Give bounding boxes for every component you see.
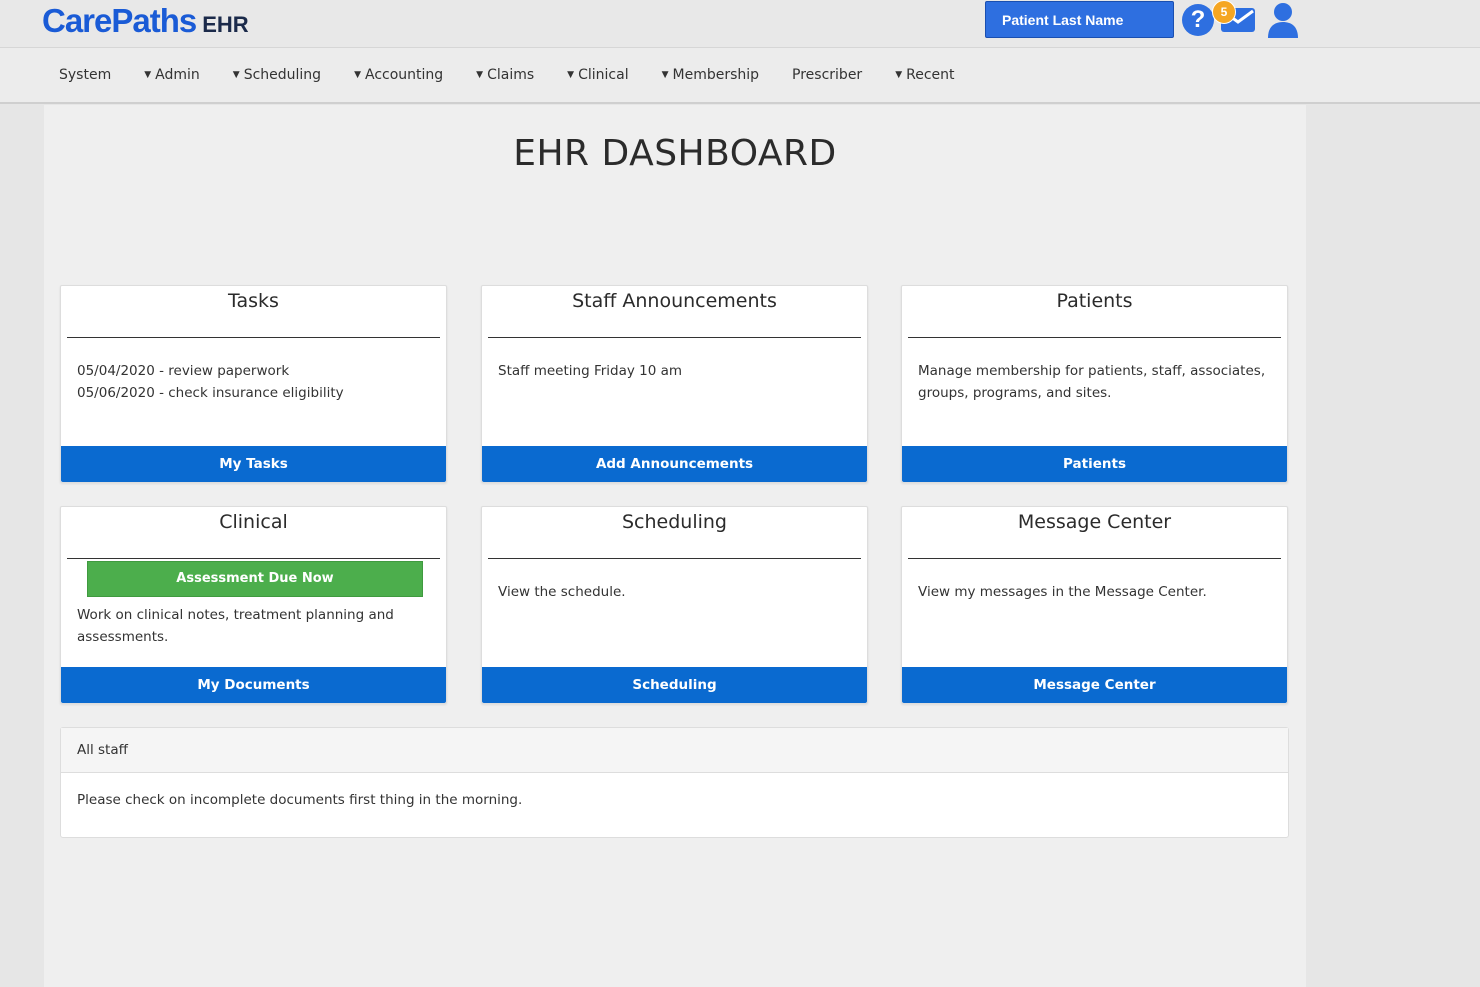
card-divider <box>908 337 1281 338</box>
panel-heading: All staff <box>61 728 1288 773</box>
card-title: Tasks <box>228 290 279 312</box>
caret-down-icon: ▼ <box>476 70 484 80</box>
nav-item-admin[interactable]: ▼ Admin <box>144 67 200 83</box>
card-title: Clinical <box>219 511 288 533</box>
logo-sub-text: EHR <box>202 12 249 37</box>
mail-badge: 5 <box>1212 0 1236 24</box>
card-body: View the schedule. <box>498 584 626 600</box>
nav-item-clinical[interactable]: ▼ Clinical <box>567 67 628 83</box>
task-item: 05/06/2020 - check insurance eligibility <box>77 385 344 401</box>
card-body: Work on clinical notes, treatment planni… <box>77 607 394 645</box>
card-body: View my messages in the Message Center. <box>918 584 1207 600</box>
nav-label: Membership <box>672 67 760 83</box>
message-center-button[interactable]: Message Center <box>902 667 1287 703</box>
nav-item-system[interactable]: System <box>59 67 111 83</box>
caret-down-icon: ▼ <box>567 70 575 80</box>
card-divider <box>488 558 861 559</box>
nav-label: System <box>59 67 112 83</box>
nav-label: Recent <box>906 67 955 83</box>
card-title: Message Center <box>1017 511 1172 533</box>
user-icon[interactable] <box>1266 2 1300 38</box>
nav-label: Claims <box>487 67 535 83</box>
card-divider <box>488 337 861 338</box>
nav-label: Admin <box>155 67 200 83</box>
nav-item-prescriber[interactable]: Prescriber <box>792 67 862 83</box>
card-body: Manage membership for patients, staff, a… <box>918 363 1266 401</box>
all-staff-panel: All staff Please check on incomplete doc… <box>60 727 1289 838</box>
carepaths-logo[interactable]: CarePaths EHR <box>42 2 249 40</box>
nav-item-claims[interactable]: ▼ Claims <box>476 67 534 83</box>
caret-down-icon: ▼ <box>144 70 152 80</box>
card-divider <box>67 558 440 559</box>
staff-announcements-card: Staff Announcements Staff meeting Friday… <box>481 285 868 483</box>
add-announcements-button[interactable]: Add Announcements <box>482 446 867 482</box>
dashboard-main: EHR DASHBOARD Tasks 05/04/2020 - review … <box>44 105 1306 987</box>
card-title: Patients <box>1056 290 1133 312</box>
page-title: EHR DASHBOARD <box>513 133 837 174</box>
scheduling-button[interactable]: Scheduling <box>482 667 867 703</box>
card-title: Staff Announcements <box>572 290 777 312</box>
caret-down-icon: ▼ <box>661 70 669 80</box>
nav-label: Clinical <box>578 67 629 83</box>
card-divider <box>908 558 1281 559</box>
my-tasks-button[interactable]: My Tasks <box>61 446 446 482</box>
top-header: CarePaths EHR ? 5 <box>0 0 1480 48</box>
card-divider <box>67 337 440 338</box>
card-title: Scheduling <box>621 511 727 533</box>
logo-main-text: CarePaths <box>42 2 197 39</box>
card-body: Staff meeting Friday 10 am <box>498 363 683 379</box>
nav-item-recent[interactable]: ▼ Recent <box>895 67 954 83</box>
help-icon[interactable]: ? <box>1182 4 1214 36</box>
patients-button[interactable]: Patients <box>902 446 1287 482</box>
caret-down-icon: ▼ <box>895 70 903 80</box>
nav-item-accounting[interactable]: ▼ Accounting <box>354 67 443 83</box>
patient-search-input[interactable] <box>985 1 1174 38</box>
message-center-card: Message Center View my messages in the M… <box>901 506 1288 704</box>
caret-down-icon: ▼ <box>232 70 240 80</box>
nav-item-membership[interactable]: ▼ Membership <box>662 67 759 83</box>
caret-down-icon: ▼ <box>354 70 361 80</box>
main-nav: System ▼ Admin ▼ Scheduling ▼ Accounting… <box>0 48 1480 104</box>
assessment-due-button[interactable]: Assessment Due Now <box>87 561 423 597</box>
task-item: 05/04/2020 - review paperwork <box>77 363 290 379</box>
tasks-card: Tasks 05/04/2020 - review paperwork 05/0… <box>60 285 447 483</box>
scheduling-card: Scheduling View the schedule. Scheduling <box>481 506 868 704</box>
tasks-list: 05/04/2020 - review paperwork 05/06/2020… <box>77 360 430 404</box>
panel-body: Please check on incomplete documents fir… <box>77 792 523 808</box>
nav-label: Accounting <box>364 67 444 83</box>
clinical-card: Clinical Assessment Due Now Work on clin… <box>60 506 447 704</box>
my-documents-button[interactable]: My Documents <box>61 667 446 703</box>
nav-label: Prescriber <box>792 67 863 83</box>
patients-card: Patients Manage membership for patients,… <box>901 285 1288 483</box>
nav-item-scheduling[interactable]: ▼ Scheduling <box>233 67 321 83</box>
nav-label: Scheduling <box>243 67 322 83</box>
